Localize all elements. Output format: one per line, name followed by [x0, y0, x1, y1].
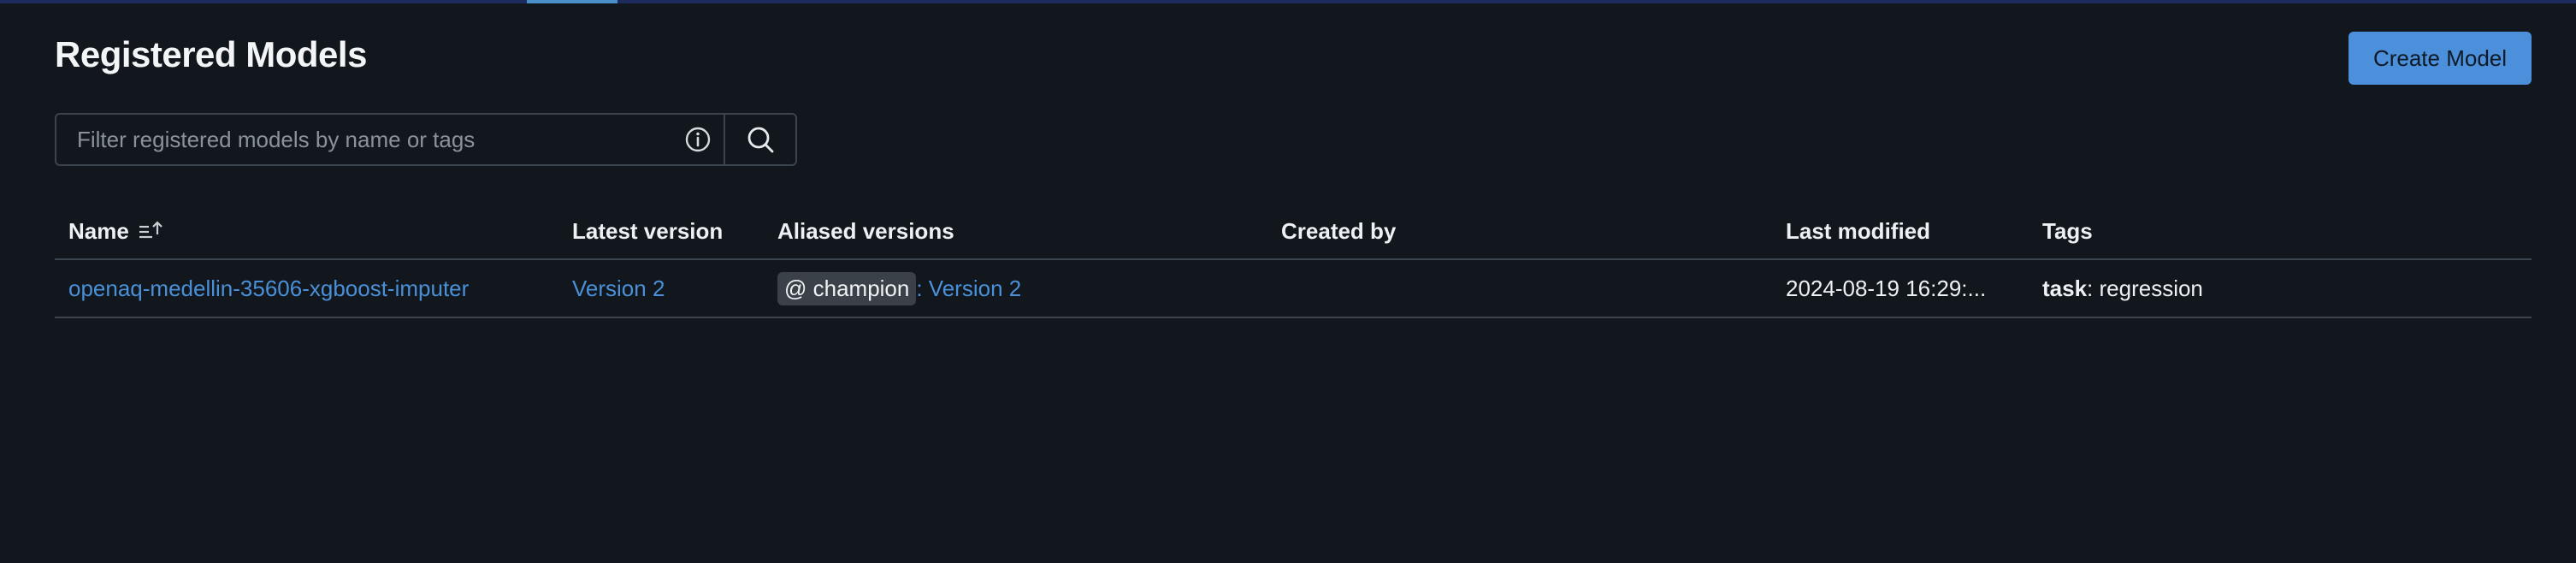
tags-cell: task : regression [2042, 260, 2203, 317]
column-header-aliased-versions: Aliased versions [777, 217, 954, 244]
column-header-created-by: Created by [1281, 217, 1397, 244]
model-name-link[interactable]: openaq-medellin-35606-xgboost-imputer [68, 276, 469, 302]
table-header: Name Latest version Aliased versions Cre… [55, 204, 2532, 260]
latest-version-link[interactable]: Version 2 [572, 276, 665, 302]
search-input[interactable] [56, 115, 672, 164]
alias-chip[interactable]: @ champion [777, 271, 917, 305]
search-bar [55, 113, 797, 166]
last-modified-cell: 2024-08-19 16:29:... [1786, 275, 1987, 301]
table-row: openaq-medellin-35606-xgboost-imputer Ve… [55, 260, 2532, 318]
info-icon[interactable] [672, 115, 724, 164]
tag-value: : regression [2087, 275, 2203, 301]
top-nav-bar [0, 0, 2576, 3]
column-header-tags: Tags [2042, 217, 2093, 244]
active-tab-indicator [527, 0, 617, 3]
alias-version-link[interactable]: : Version 2 [916, 276, 1021, 302]
search-icon [747, 127, 774, 153]
column-header-name[interactable]: Name [68, 204, 163, 258]
search-button[interactable] [724, 115, 795, 164]
tag-key: task [2042, 275, 2088, 301]
create-model-button[interactable]: Create Model [2349, 32, 2532, 85]
aliased-version-cell[interactable]: @ champion : Version 2 [777, 260, 1021, 317]
models-table: Name Latest version Aliased versions Cre… [55, 204, 2532, 318]
page-title: Registered Models [55, 34, 367, 74]
sort-ascending-icon[interactable] [138, 219, 163, 243]
column-header-latest-version: Latest version [572, 217, 724, 244]
column-header-last-modified[interactable]: Last modified [1786, 204, 1930, 258]
